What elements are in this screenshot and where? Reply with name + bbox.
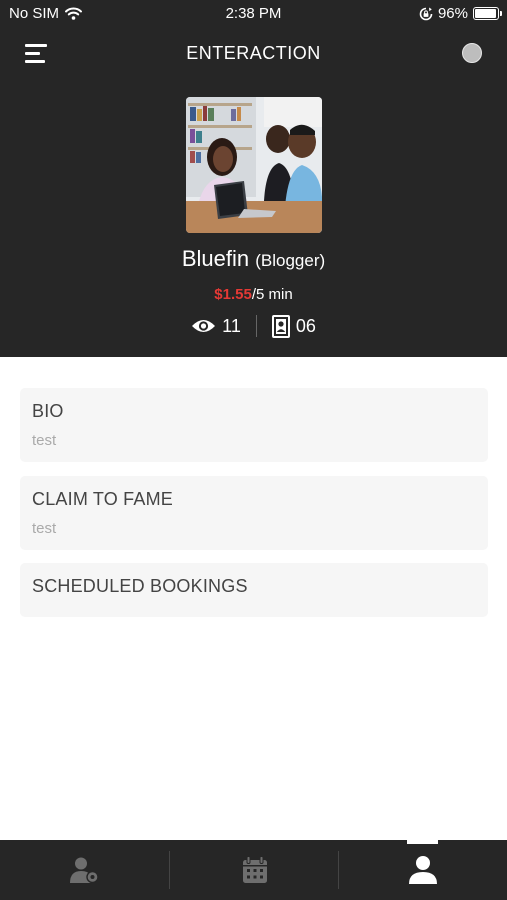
claim-title: CLAIM TO FAME — [32, 489, 173, 509]
avatar — [186, 97, 322, 233]
user-settings-icon — [69, 857, 99, 883]
status-bar: No SIM 2:38 PM 96% — [0, 0, 507, 28]
bookings-count: 06 — [295, 315, 316, 336]
stats-divider — [255, 315, 257, 337]
tab-bar — [0, 840, 507, 900]
scheduled-title: SCHEDULED BOOKINGS — [32, 576, 248, 596]
status-right: 96% — [419, 5, 502, 22]
views-stat: 11 — [191, 316, 241, 337]
tab-user-settings[interactable] — [0, 840, 169, 900]
bio-text: test — [32, 432, 57, 449]
claim-to-fame-card: CLAIM TO FAME test — [20, 476, 488, 550]
status-dot-icon[interactable] — [462, 43, 482, 63]
profile-header: No SIM 2:38 PM 96% ENTERACTION Bluefin (… — [0, 0, 507, 357]
rotation-lock-icon — [419, 7, 433, 20]
profile-stats: 11 06 — [0, 313, 507, 339]
profile-name: Bluefin (Blogger) — [0, 246, 507, 272]
bio-card: BIO test — [20, 388, 488, 462]
battery-percent: 96% — [437, 5, 468, 22]
tab-profile[interactable] — [338, 840, 507, 900]
bookings-stat: 06 — [271, 314, 316, 338]
calendar-icon — [242, 856, 267, 883]
scheduled-bookings-card[interactable]: SCHEDULED BOOKINGS — [20, 563, 488, 617]
nav-bar: ENTERACTION — [0, 36, 507, 70]
bio-title: BIO — [32, 401, 64, 421]
rate: $1.55/5 min — [0, 286, 507, 303]
claim-text: test — [32, 520, 57, 537]
contact-card-icon — [271, 314, 290, 338]
views-count: 11 — [222, 315, 241, 336]
profile-name-text: Bluefin — [181, 246, 250, 271]
nav-title: ENTERACTION — [186, 43, 321, 63]
profile-role: (Blogger) — [255, 251, 326, 270]
battery-icon — [473, 7, 502, 20]
eye-icon — [192, 320, 216, 332]
rate-unit: /5 min — [251, 286, 293, 303]
profile-icon — [408, 856, 437, 884]
tab-calendar[interactable] — [170, 840, 339, 900]
rate-price: $1.55 — [214, 286, 252, 303]
battery-level — [475, 9, 497, 18]
